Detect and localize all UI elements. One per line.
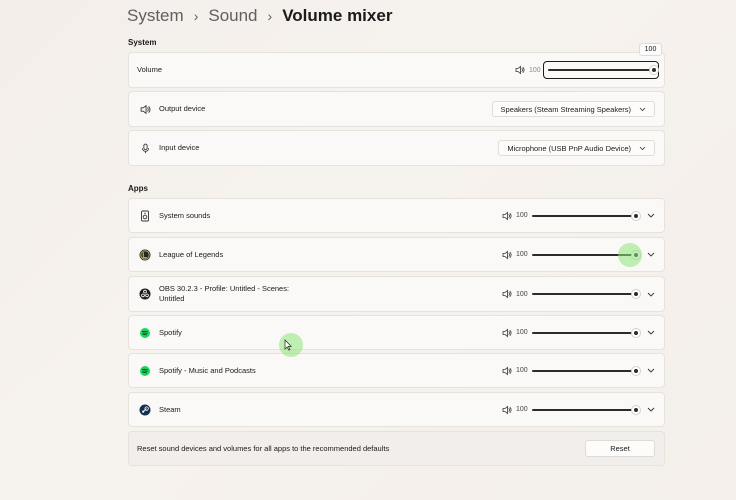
- chevron-down-icon[interactable]: [646, 366, 656, 376]
- reset-description: Reset sound devices and volumes for all …: [137, 443, 390, 453]
- speaker-icon[interactable]: [502, 405, 512, 415]
- input-device-label: Input device: [159, 143, 200, 152]
- chevron-right-icon: ›: [193, 8, 199, 24]
- app-row[interactable]: Spotify 100: [128, 315, 665, 350]
- app-name: System sounds: [159, 210, 211, 220]
- slider-thumb[interactable]: [649, 65, 659, 75]
- speaker-icon: [137, 101, 153, 117]
- chevron-down-icon[interactable]: [646, 250, 656, 260]
- chevron-right-icon: ›: [267, 8, 273, 24]
- app-row[interactable]: League of Legends 100: [128, 237, 665, 272]
- app-volume-slider[interactable]: [532, 289, 641, 299]
- league-of-legends-icon: [137, 247, 153, 263]
- chevron-down-icon: [639, 107, 646, 111]
- app-volume-value: 100: [516, 212, 528, 219]
- slider-thumb[interactable]: [631, 404, 641, 415]
- breadcrumb-system[interactable]: System: [127, 6, 184, 26]
- app-name: Spotify - Music and Podcasts: [159, 365, 256, 375]
- volume-label: Volume: [137, 65, 163, 74]
- volume-value: 100: [529, 66, 541, 74]
- app-name: Steam: [159, 404, 181, 414]
- app-row[interactable]: Spotify - Music and Podcasts 100: [128, 353, 665, 388]
- spotify-icon: [137, 363, 153, 379]
- app-volume-slider[interactable]: [532, 327, 641, 338]
- output-device-row: Output device Speakers (Steam Streaming …: [128, 91, 665, 127]
- slider-track: [548, 69, 654, 71]
- output-device-dropdown[interactable]: Speakers (Steam Streaming Speakers): [491, 101, 655, 117]
- speaker-icon[interactable]: [502, 211, 512, 221]
- app-row[interactable]: OBS 30.2.3 - Profile: Untitled - Scenes:…: [128, 276, 665, 312]
- breadcrumb: System › Sound › Volume mixer: [127, 6, 392, 26]
- slider-track: [532, 408, 636, 411]
- slider-track: [532, 331, 636, 334]
- input-device-row: Input device Microphone (USB PnP Audio D…: [128, 130, 665, 166]
- input-device-dropdown[interactable]: Microphone (USB PnP Audio Device): [498, 140, 655, 156]
- slider-thumb[interactable]: [631, 289, 641, 299]
- spotify-icon: [137, 325, 153, 341]
- output-device-value: Speakers (Steam Streaming Speakers): [500, 104, 631, 114]
- speaker-icon[interactable]: [502, 328, 512, 338]
- slider-thumb[interactable]: [631, 210, 641, 221]
- page-title: Volume mixer: [282, 6, 393, 25]
- section-title-system: System: [128, 38, 157, 47]
- chevron-down-icon[interactable]: [646, 405, 656, 415]
- speaker-icon[interactable]: [515, 65, 525, 75]
- app-volume-slider[interactable]: [532, 404, 641, 415]
- app-name: OBS 30.2.3 - Profile: Untitled - Scenes:…: [159, 284, 290, 303]
- app-volume-value: 100: [516, 329, 528, 336]
- app-name: League of Legends: [159, 249, 224, 259]
- speaker-icon[interactable]: [502, 289, 512, 299]
- microphone-icon: [137, 140, 153, 156]
- app-volume-value: 100: [516, 251, 528, 258]
- slider-track: [532, 369, 636, 372]
- section-title-apps: Apps: [128, 184, 148, 193]
- slider-thumb[interactable]: [631, 365, 641, 376]
- input-device-value: Microphone (USB PnP Audio Device): [507, 143, 631, 153]
- steam-icon: [137, 402, 153, 418]
- app-volume-slider[interactable]: [532, 365, 641, 376]
- slider-track: [532, 214, 636, 217]
- app-volume-value: 100: [516, 406, 528, 413]
- app-row[interactable]: System sounds 100: [128, 198, 665, 233]
- volume-slider[interactable]: [548, 65, 659, 75]
- app-volume-value: 100: [516, 290, 528, 298]
- click-highlight: [618, 243, 642, 267]
- chevron-down-icon: [639, 146, 646, 150]
- system-sounds-icon: [137, 208, 153, 224]
- reset-button[interactable]: Reset: [585, 440, 655, 457]
- slider-track: [532, 293, 636, 295]
- reset-row: Reset sound devices and volumes for all …: [128, 431, 665, 466]
- speaker-icon[interactable]: [502, 250, 512, 260]
- app-volume-value: 100: [516, 367, 528, 374]
- app-volume-slider[interactable]: [532, 210, 641, 221]
- volume-tooltip: 100: [639, 43, 662, 56]
- cursor-icon: [284, 339, 292, 351]
- obs-icon: [137, 286, 153, 302]
- slider-thumb[interactable]: [631, 327, 641, 338]
- volume-slider-focus[interactable]: [543, 61, 659, 79]
- chevron-down-icon[interactable]: [646, 328, 656, 338]
- chevron-down-icon[interactable]: [646, 211, 656, 221]
- breadcrumb-sound[interactable]: Sound: [208, 6, 257, 26]
- speaker-icon[interactable]: [502, 366, 512, 376]
- app-row[interactable]: Steam 100: [128, 392, 665, 427]
- output-device-label: Output device: [159, 104, 206, 113]
- chevron-down-icon[interactable]: [646, 289, 656, 299]
- system-volume-row: Volume 100: [128, 52, 665, 88]
